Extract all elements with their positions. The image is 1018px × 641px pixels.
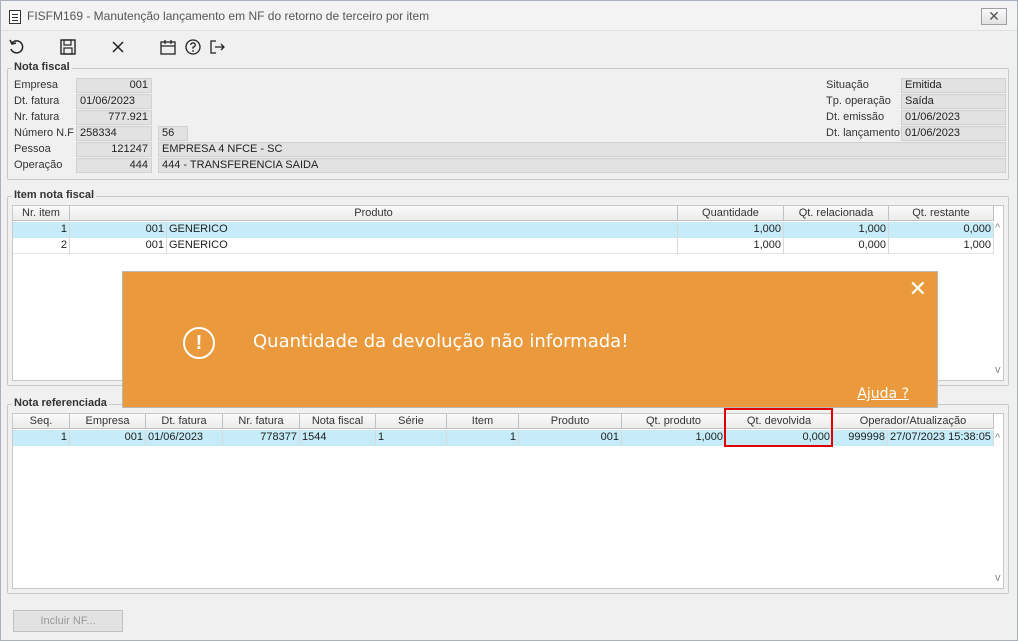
situacao-field: Emitida [901, 78, 1006, 93]
exit-icon[interactable] [207, 37, 227, 57]
pessoa-name-field: EMPRESA 4 NFCE - SC [158, 142, 1006, 157]
numero-nf-field[interactable]: 258334 [76, 126, 152, 141]
nota-fiscal-group: Nota fiscal Empresa 001 Dt. fatura 01/06… [7, 61, 1009, 180]
qt-devolvida-highlight [724, 408, 833, 447]
dt-fatura-field[interactable]: 01/06/2023 [76, 94, 152, 109]
dt-lancamento-label: Dt. lançamento [826, 127, 900, 139]
nota-referenciada-grid[interactable]: Seq. Empresa Dt. fatura Nr. fatura Nota … [12, 413, 1004, 589]
document-icon [9, 10, 21, 24]
cell-produto: 001 [519, 430, 622, 446]
nota-referenciada-title: Nota referenciada [12, 397, 109, 409]
col-serie[interactable]: Série [376, 414, 447, 429]
help-icon[interactable] [183, 37, 203, 57]
operacao-name-field: 444 - TRANSFERENCIA SAIDA [158, 158, 1006, 173]
close-icon[interactable]: ✕ [909, 278, 927, 300]
empresa-field[interactable]: 001 [76, 78, 152, 93]
empresa-label: Empresa [14, 79, 59, 91]
cell-operador: 999998 [833, 430, 888, 446]
dt-lancamento-field: 01/06/2023 [901, 126, 1006, 141]
col-nr-fatura[interactable]: Nr. fatura [223, 414, 300, 429]
cell-seq: 1 [13, 430, 70, 446]
col-dt-fatura[interactable]: Dt. fatura [146, 414, 223, 429]
cancel-icon[interactable] [108, 37, 128, 57]
serie-field[interactable]: 56 [158, 126, 188, 141]
calendar-icon[interactable] [158, 37, 178, 57]
incluir-nf-button[interactable]: Incluir NF... [13, 610, 123, 632]
help-link[interactable]: Ajuda ? [857, 386, 909, 402]
col-nr-item[interactable]: Nr. item [13, 206, 70, 221]
numero-nf-label: Número N.F [14, 127, 74, 139]
cell-produto-code: 001 [70, 222, 167, 238]
scroll-up-arrow[interactable]: ^ [995, 222, 1000, 234]
cell-quantidade: 1,000 [678, 238, 784, 254]
dt-emissao-label: Dt. emissão [826, 111, 885, 123]
col-qt-restante[interactable]: Qt. restante [889, 206, 994, 221]
col-operador-atualizacao[interactable]: Operador/Atualização [833, 414, 994, 429]
col-qt-relacionada[interactable]: Qt. relacionada [784, 206, 889, 221]
window-title: FISFM169 - Manutenção lançamento em NF d… [27, 9, 430, 23]
cell-atualizacao: 27/07/2023 15:38:05 [888, 430, 994, 446]
col-nota-fiscal[interactable]: Nota fiscal [300, 414, 376, 429]
cell-qt-restante: 0,000 [889, 222, 994, 238]
alert-icon: ! [183, 327, 215, 359]
nr-fatura-field[interactable]: 777.921 [76, 110, 152, 125]
cell-qt-relacionada: 1,000 [784, 222, 889, 238]
cell-item: 1 [447, 430, 519, 446]
cell-nr: 2 [13, 238, 70, 254]
toolbar [1, 33, 401, 61]
situacao-label: Situação [826, 79, 869, 91]
scroll-up-arrow[interactable]: ^ [995, 432, 1000, 444]
cell-nota-fiscal: 1544 [300, 430, 376, 446]
scroll-down-arrow[interactable]: v [995, 364, 1001, 376]
item-nota-title: Item nota fiscal [12, 189, 97, 201]
scroll-down-arrow[interactable]: v [995, 572, 1001, 584]
title-bar: FISFM169 - Manutenção lançamento em NF d… [1, 1, 1017, 31]
cell-qt-produto: 1,000 [622, 430, 726, 446]
col-produto[interactable]: Produto [519, 414, 622, 429]
dt-fatura-label: Dt. fatura [14, 95, 60, 107]
pessoa-code-field[interactable]: 121247 [76, 142, 152, 157]
nota-referenciada-group: Nota referenciada Seq. Empresa Dt. fatur… [7, 397, 1009, 594]
pessoa-label: Pessoa [14, 143, 51, 155]
col-qt-produto[interactable]: Qt. produto [622, 414, 726, 429]
cell-dt-fatura: 01/06/2023 [146, 430, 223, 446]
col-item[interactable]: Item [447, 414, 519, 429]
tp-operacao-field: Saída [901, 94, 1006, 109]
cell-produto-code: 001 [70, 238, 167, 254]
cell-empresa: 001 [70, 430, 146, 446]
operacao-label: Operação [14, 159, 63, 171]
nota-fiscal-title: Nota fiscal [12, 61, 72, 73]
col-empresa[interactable]: Empresa [70, 414, 146, 429]
warning-toast: ✕ ! Quantidade da devolução não informad… [122, 271, 938, 408]
undo-icon[interactable] [7, 37, 27, 57]
cell-produto-name: GENERICO [167, 238, 678, 254]
col-produto[interactable]: Produto [70, 206, 678, 221]
cell-serie: 1 [376, 430, 447, 446]
operacao-code-field[interactable]: 444 [76, 158, 152, 173]
tp-operacao-label: Tp. operação [826, 95, 891, 107]
cell-quantidade: 1,000 [678, 222, 784, 238]
cell-qt-restante: 1,000 [889, 238, 994, 254]
nr-fatura-label: Nr. fatura [14, 111, 60, 123]
window-close-button[interactable]: ✕ [981, 8, 1007, 25]
col-quantidade[interactable]: Quantidade [678, 206, 784, 221]
cell-nr: 1 [13, 222, 70, 238]
save-icon[interactable] [58, 37, 78, 57]
cell-qt-relacionada: 0,000 [784, 238, 889, 254]
cell-produto-name: GENERICO [167, 222, 678, 238]
col-seq[interactable]: Seq. [13, 414, 70, 429]
dt-emissao-field: 01/06/2023 [901, 110, 1006, 125]
cell-nr-fatura: 778377 [223, 430, 300, 446]
toast-message: Quantidade da devolução não informada! [253, 331, 629, 352]
